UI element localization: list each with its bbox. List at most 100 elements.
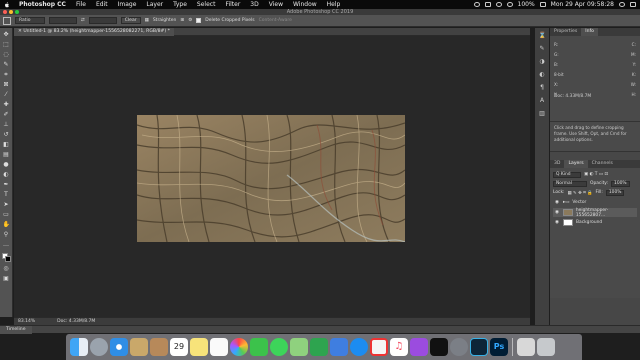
zoom-window-button[interactable]: [15, 10, 19, 14]
minimize-window-button[interactable]: [9, 10, 13, 14]
filter-icons[interactable]: ▣ ◐ T ▭ ⊡: [584, 172, 608, 177]
eyedropper-tool-icon[interactable]: ⁄: [3, 91, 10, 98]
tab-properties[interactable]: Properties: [550, 28, 581, 36]
bluetooth-icon[interactable]: [506, 2, 513, 7]
battery-icon[interactable]: [539, 2, 546, 7]
tab-3d[interactable]: 3D: [550, 160, 564, 168]
gradient-tool-icon[interactable]: ▤: [3, 151, 10, 158]
color-swatches[interactable]: [1, 253, 11, 262]
document-tab[interactable]: ✕ Untitled-1 @ 83.2% (heightmapper-15565…: [14, 28, 174, 36]
rectangle-tool-icon[interactable]: ▭: [3, 211, 10, 218]
news-icon[interactable]: [370, 338, 388, 356]
menu-edit[interactable]: Edit: [91, 1, 113, 8]
menu-image[interactable]: Image: [113, 1, 142, 8]
visibility-eye-icon[interactable]: ◉: [555, 220, 560, 225]
blend-mode-dropdown[interactable]: Normal: [553, 180, 587, 187]
history-panel-icon[interactable]: ⌛: [539, 32, 546, 39]
clone-stamp-tool-icon[interactable]: ⊥: [3, 121, 10, 128]
marquee-tool-icon[interactable]: ⬚: [3, 41, 10, 48]
delete-cropped-checkbox[interactable]: [196, 18, 202, 23]
photoshop-icon[interactable]: Ps: [490, 338, 508, 356]
facetime-icon[interactable]: [250, 338, 268, 356]
menu-type[interactable]: Type: [168, 1, 192, 8]
ratio-dropdown[interactable]: Ratio: [15, 17, 45, 24]
background-color-swatch[interactable]: [4, 256, 11, 262]
close-window-button[interactable]: [3, 10, 7, 14]
app-store-icon[interactable]: [350, 338, 368, 356]
more-tools-icon[interactable]: …: [3, 241, 10, 248]
layer-kind-filter[interactable]: Q Kind: [553, 171, 581, 178]
layer-row-vector[interactable]: ◉ ▸▭ Vector: [553, 198, 637, 207]
system-preferences-icon[interactable]: [450, 338, 468, 356]
reminders-icon[interactable]: [210, 338, 228, 356]
safari-icon[interactable]: [110, 338, 128, 356]
visibility-eye-icon[interactable]: ◉: [555, 210, 560, 215]
trash-icon[interactable]: [537, 338, 555, 356]
tab-channels[interactable]: Channels: [588, 160, 617, 168]
menu-select[interactable]: Select: [192, 1, 221, 8]
lasso-tool-icon[interactable]: ◌: [3, 51, 10, 58]
cast-icon[interactable]: [484, 2, 491, 7]
character-panel-icon[interactable]: A: [539, 97, 546, 104]
terrain-image[interactable]: [137, 115, 405, 242]
type-tool-icon[interactable]: T: [3, 191, 10, 198]
quick-mask-icon[interactable]: ◎: [3, 265, 10, 272]
dodge-tool-icon[interactable]: ◐: [3, 171, 10, 178]
crop-tool-preset-icon[interactable]: [3, 16, 11, 25]
height-field[interactable]: [88, 17, 117, 24]
numbers-icon[interactable]: [310, 338, 328, 356]
menu-filter[interactable]: Filter: [220, 1, 245, 8]
swap-icon[interactable]: ⇄: [81, 18, 85, 23]
menu-help[interactable]: Help: [322, 1, 346, 8]
clear-button[interactable]: Clear: [120, 17, 141, 24]
delete-cropped-label[interactable]: Delete Cropped Pixels: [205, 18, 254, 23]
wifi-icon[interactable]: [495, 2, 502, 7]
blur-tool-icon[interactable]: ●: [3, 161, 10, 168]
notification-center-icon[interactable]: [630, 2, 636, 7]
maps-icon[interactable]: [290, 338, 308, 356]
photos-icon[interactable]: [230, 338, 248, 356]
straighten-icon[interactable]: ▦: [145, 18, 149, 23]
canvas-area[interactable]: [14, 36, 530, 317]
width-field[interactable]: [49, 17, 77, 24]
downloads-stack-icon[interactable]: [517, 338, 535, 356]
notes-icon[interactable]: [190, 338, 208, 356]
pen-tool-icon[interactable]: ✒: [3, 181, 10, 188]
eraser-tool-icon[interactable]: ◧: [3, 141, 10, 148]
spotlight-icon[interactable]: [619, 2, 625, 7]
overlay-options-icon[interactable]: ⊞: [180, 18, 184, 23]
path-selection-tool-icon[interactable]: ➤: [3, 201, 10, 208]
layer-row-background[interactable]: ◉ Background: [553, 218, 637, 227]
keynote-icon[interactable]: [330, 338, 348, 356]
crop-settings-icon[interactable]: ⚙: [188, 18, 192, 23]
libraries-panel-icon[interactable]: ▥: [539, 110, 546, 117]
paragraph-panel-icon[interactable]: ¶: [539, 84, 546, 91]
adjustments-panel-icon[interactable]: ◐: [539, 71, 546, 78]
launchpad-icon[interactable]: [90, 338, 108, 356]
screen-mode-icon[interactable]: ▣: [3, 275, 10, 282]
appletv-icon[interactable]: [430, 338, 448, 356]
zoom-level[interactable]: 83.14%: [18, 318, 35, 325]
history-brush-tool-icon[interactable]: ↺: [3, 131, 10, 138]
contacts-icon[interactable]: [150, 338, 168, 356]
menu-window[interactable]: Window: [288, 1, 322, 8]
app-menu[interactable]: Photoshop CC: [14, 1, 71, 8]
finder-icon[interactable]: [70, 338, 88, 356]
tab-layers[interactable]: Layers: [564, 160, 588, 168]
menu-file[interactable]: File: [71, 1, 91, 8]
calendar-icon[interactable]: 29: [170, 338, 188, 356]
apple-menu-icon[interactable]: [3, 1, 10, 8]
messages-icon[interactable]: [270, 338, 288, 356]
lock-icons[interactable]: ▦ ✎ ✥ ⌗ 🔒: [568, 190, 593, 196]
straighten-label[interactable]: Straighten: [153, 18, 177, 23]
brush-tool-icon[interactable]: ✐: [3, 111, 10, 118]
doc-size-info[interactable]: Doc: 4.33M/8.7M: [57, 318, 95, 325]
menu-layer[interactable]: Layer: [141, 1, 168, 8]
move-tool-icon[interactable]: ✥: [3, 31, 10, 38]
healing-brush-tool-icon[interactable]: ✚: [3, 101, 10, 108]
fill-field[interactable]: 100%: [605, 189, 625, 196]
opacity-field[interactable]: 100%: [611, 180, 630, 187]
hand-tool-icon[interactable]: ✋: [3, 221, 10, 228]
tab-info[interactable]: Info: [581, 28, 598, 36]
mail-stamp-icon[interactable]: [130, 338, 148, 356]
